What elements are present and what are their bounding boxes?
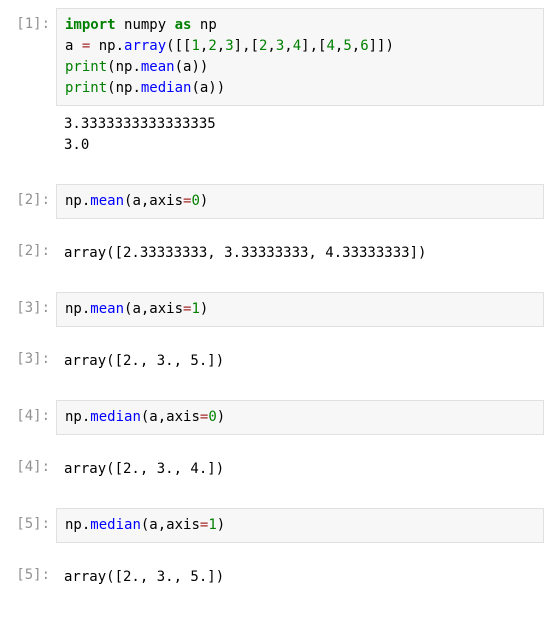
cell-gap [8, 276, 544, 292]
input-prompt: [1]: [8, 8, 56, 106]
cell-gap [8, 384, 544, 400]
cell-gap [8, 225, 544, 241]
result-output-cell: [5]:array([2., 3., 5.]) [8, 565, 544, 594]
cell-gap [8, 333, 544, 349]
input-prompt: [2]: [8, 184, 56, 219]
cell-gap [8, 549, 544, 565]
code-input[interactable]: import numpy as np a = np.array([[1,2,3]… [56, 8, 544, 106]
result-output-cell: [2]:array([2.33333333, 3.33333333, 4.333… [8, 241, 544, 270]
input-prompt: [3]: [8, 292, 56, 327]
cell-gap [8, 600, 544, 616]
input-cell: [3]:np.mean(a,axis=1) [8, 292, 544, 327]
code-input[interactable]: np.median(a,axis=0) [56, 400, 544, 435]
code-input[interactable]: np.mean(a,axis=0) [56, 184, 544, 219]
result-output: array([2., 3., 5.]) [56, 565, 544, 594]
output-prompt-empty [8, 112, 56, 162]
stream-output: 3.3333333333333335 3.0 [56, 112, 544, 162]
result-output-cell: [4]:array([2., 3., 4.]) [8, 457, 544, 486]
result-output: array([2.33333333, 3.33333333, 4.3333333… [56, 241, 544, 270]
stream-output-cell: 3.3333333333333335 3.0 [8, 112, 544, 162]
input-prompt: [5]: [8, 508, 56, 543]
cell-gap [8, 168, 544, 184]
input-cell: [2]:np.mean(a,axis=0) [8, 184, 544, 219]
result-output-cell: [3]:array([2., 3., 5.]) [8, 349, 544, 378]
code-input[interactable]: np.median(a,axis=1) [56, 508, 544, 543]
notebook: [1]:import numpy as np a = np.array([[1,… [8, 8, 544, 616]
cell-gap [8, 441, 544, 457]
output-prompt: [4]: [8, 457, 56, 486]
output-prompt: [5]: [8, 565, 56, 594]
input-cell: [4]:np.median(a,axis=0) [8, 400, 544, 435]
code-input[interactable]: np.mean(a,axis=1) [56, 292, 544, 327]
output-prompt: [2]: [8, 241, 56, 270]
input-prompt: [4]: [8, 400, 56, 435]
result-output: array([2., 3., 4.]) [56, 457, 544, 486]
cell-gap [8, 492, 544, 508]
input-cell: [5]:np.median(a,axis=1) [8, 508, 544, 543]
output-prompt: [3]: [8, 349, 56, 378]
input-cell: [1]:import numpy as np a = np.array([[1,… [8, 8, 544, 106]
result-output: array([2., 3., 5.]) [56, 349, 544, 378]
